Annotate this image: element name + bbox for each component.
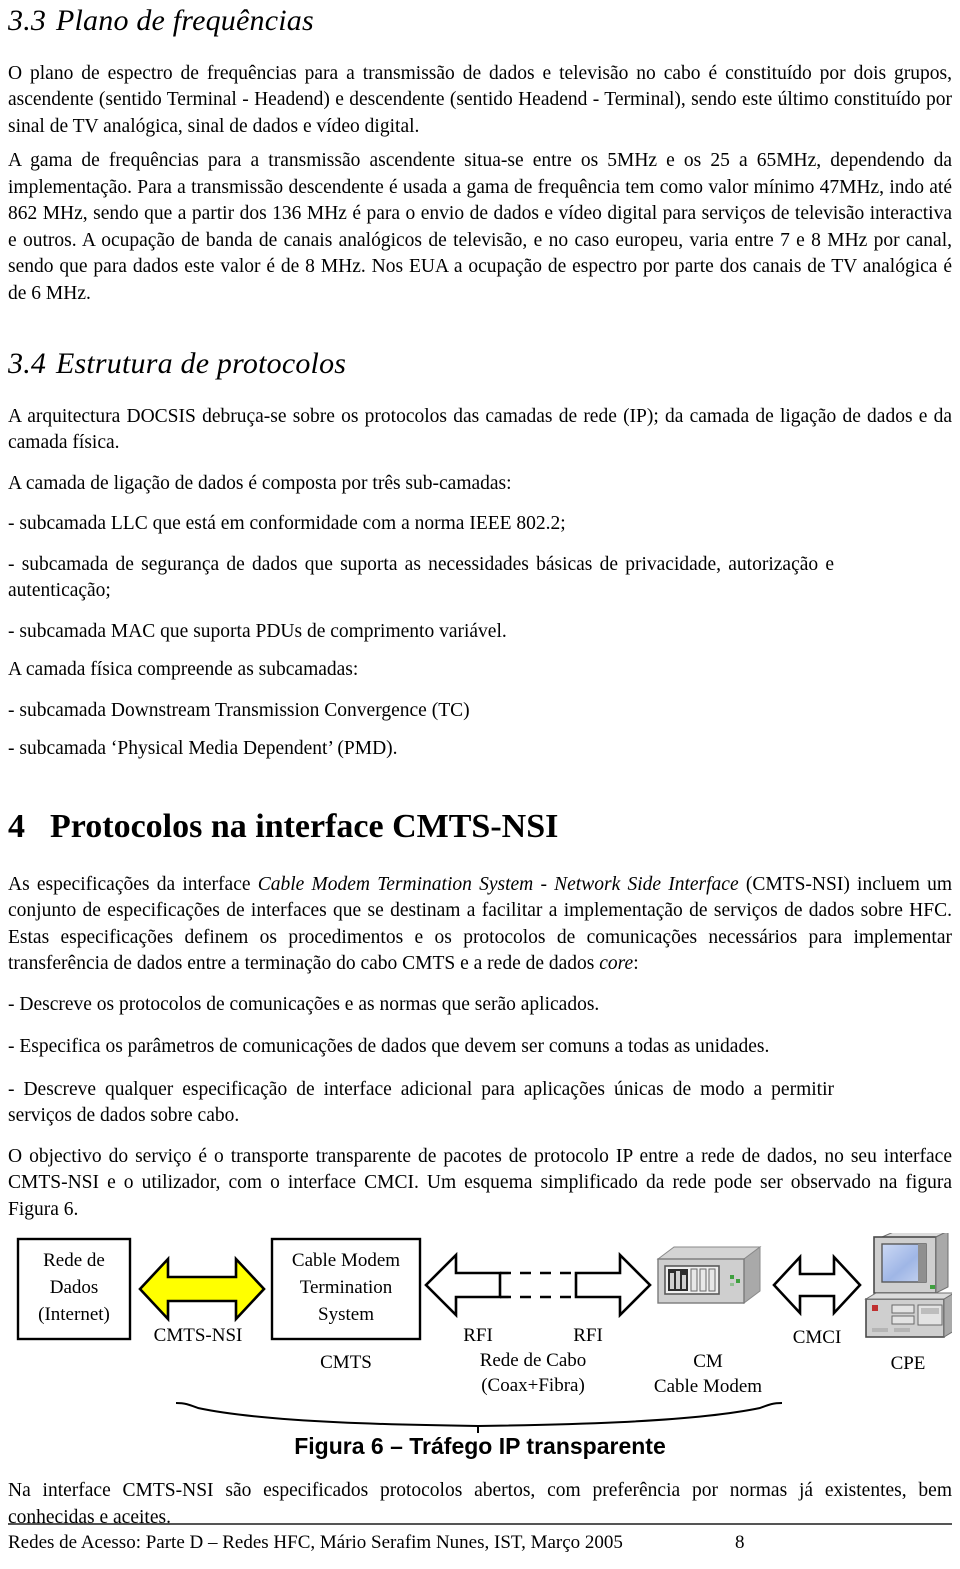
label-cmts: CMTS (320, 1352, 372, 1373)
label-cable-network-2: (Coax+Fibra) (481, 1375, 585, 1396)
cmts-line-2: Termination (300, 1277, 393, 1298)
list-item-llc: - subcamada LLC que está em conformidade… (8, 513, 566, 534)
heading-3-4-number: 3.4 (8, 347, 47, 380)
node-cmts: Cable Modem Termination System (270, 1237, 422, 1341)
node-data-network: Rede de Dados (Internet) (16, 1237, 132, 1341)
cmts-line-3: System (318, 1304, 374, 1325)
paragraph-link-layer-lead: A camada de ligação de dados é composta … (8, 472, 512, 494)
footer-page-number: 8 (734, 1532, 745, 1553)
arrow-cmts-nsi (138, 1255, 266, 1323)
document-page: 3.3 Plano de frequências O plano de espec… (0, 0, 960, 1569)
arrow-rfi-right (574, 1251, 652, 1319)
data-network-line-2: Dados (50, 1277, 99, 1298)
heading-3-3-number: 3.3 (8, 4, 47, 37)
bullet-parameters: - Especifica os parâmetros de comunicaçõ… (8, 1036, 770, 1058)
cable-modem-icon (656, 1246, 762, 1305)
label-cmts-nsi: CMTS-NSI (154, 1325, 243, 1346)
label-cm: CM (693, 1351, 723, 1372)
paragraph-3-3-1: O plano de espectro de frequências para … (8, 62, 952, 137)
page-footer: Redes de Acesso: Parte D – Redes HFC, Má… (8, 1523, 952, 1555)
label-cmci: CMCI (793, 1327, 842, 1348)
list-item-security: - subcamada de segurança de dados que su… (8, 553, 834, 602)
bullet-additional-spec: - Descreve qualquer especificação de int… (8, 1078, 834, 1127)
heading-chapter-4-title: Protocolos na interface CMTS-NSI (50, 807, 559, 845)
cmts-line-1: Cable Modem (292, 1250, 400, 1271)
label-cable-network-1: Rede de Cabo (480, 1350, 587, 1371)
paragraph-chapter-4-2: O objectivo do serviço é o transporte tr… (8, 1145, 952, 1220)
arrow-rfi-left (424, 1251, 502, 1319)
label-rfi-left: RFI (463, 1325, 493, 1346)
para4-text-c: : (633, 953, 639, 975)
para4-italic-title: Cable Modem Termination System - Network… (257, 873, 739, 895)
figure-6-diagram: Rede de Dados (Internet) CMTS-NSI Cable … (8, 1233, 952, 1434)
heading-3-3-title: Plano de frequências (56, 4, 314, 37)
heading-3-4: 3.4 Estrutura de protocolos (8, 343, 952, 382)
footer-divider (8, 1523, 952, 1525)
label-cpe: CPE (891, 1353, 926, 1374)
data-network-line-1: Rede de (43, 1250, 105, 1271)
bullet-protocols: - Descreve os protocolos de comunicações… (8, 993, 600, 1015)
data-network-line-3: (Internet) (38, 1304, 110, 1325)
label-rfi-right: RFI (573, 1325, 603, 1346)
dashed-cable-link (500, 1271, 576, 1299)
list-item-pmd: - subcamada ‘Physical Media Dependent’ (… (8, 738, 398, 759)
paragraph-chapter-4-1: As especificações da interface Cable Mod… (8, 872, 952, 978)
arrow-cmci (772, 1253, 862, 1317)
figure-caption: Figura 6 – Tráfego IP transparente (294, 1433, 666, 1460)
para4-italic-core: core (599, 953, 634, 975)
heading-chapter-4: 4 Protocolos na interface CMTS-NSI (8, 807, 952, 846)
heading-chapter-4-number: 4 (8, 807, 25, 845)
heading-3-4-title: Estrutura de protocolos (56, 347, 347, 380)
label-cable-modem: Cable Modem (654, 1376, 762, 1397)
paragraph-phy-layer-lead: A camada física compreende as subcamadas… (8, 659, 359, 680)
page-content: 3.3 Plano de frequências O plano de espec… (8, 0, 952, 1531)
cpe-computer-icon (864, 1233, 952, 1338)
paragraph-3-3-2: A gama de frequências para a transmissão… (8, 150, 952, 304)
scope-brace (175, 1402, 783, 1434)
list-item-tc: - subcamada Downstream Transmission Conv… (8, 699, 470, 721)
heading-3-3: 3.3 Plano de frequências (8, 0, 952, 39)
list-item-mac: - subcamada MAC que suporta PDUs de comp… (8, 620, 507, 642)
footer-text: Redes de Acesso: Parte D – Redes HFC, Má… (8, 1532, 623, 1553)
paragraph-3-4-intro: A arquitectura DOCSIS debruça-se sobre o… (8, 405, 952, 454)
para4-text-a: As especificações da interface (8, 873, 258, 895)
